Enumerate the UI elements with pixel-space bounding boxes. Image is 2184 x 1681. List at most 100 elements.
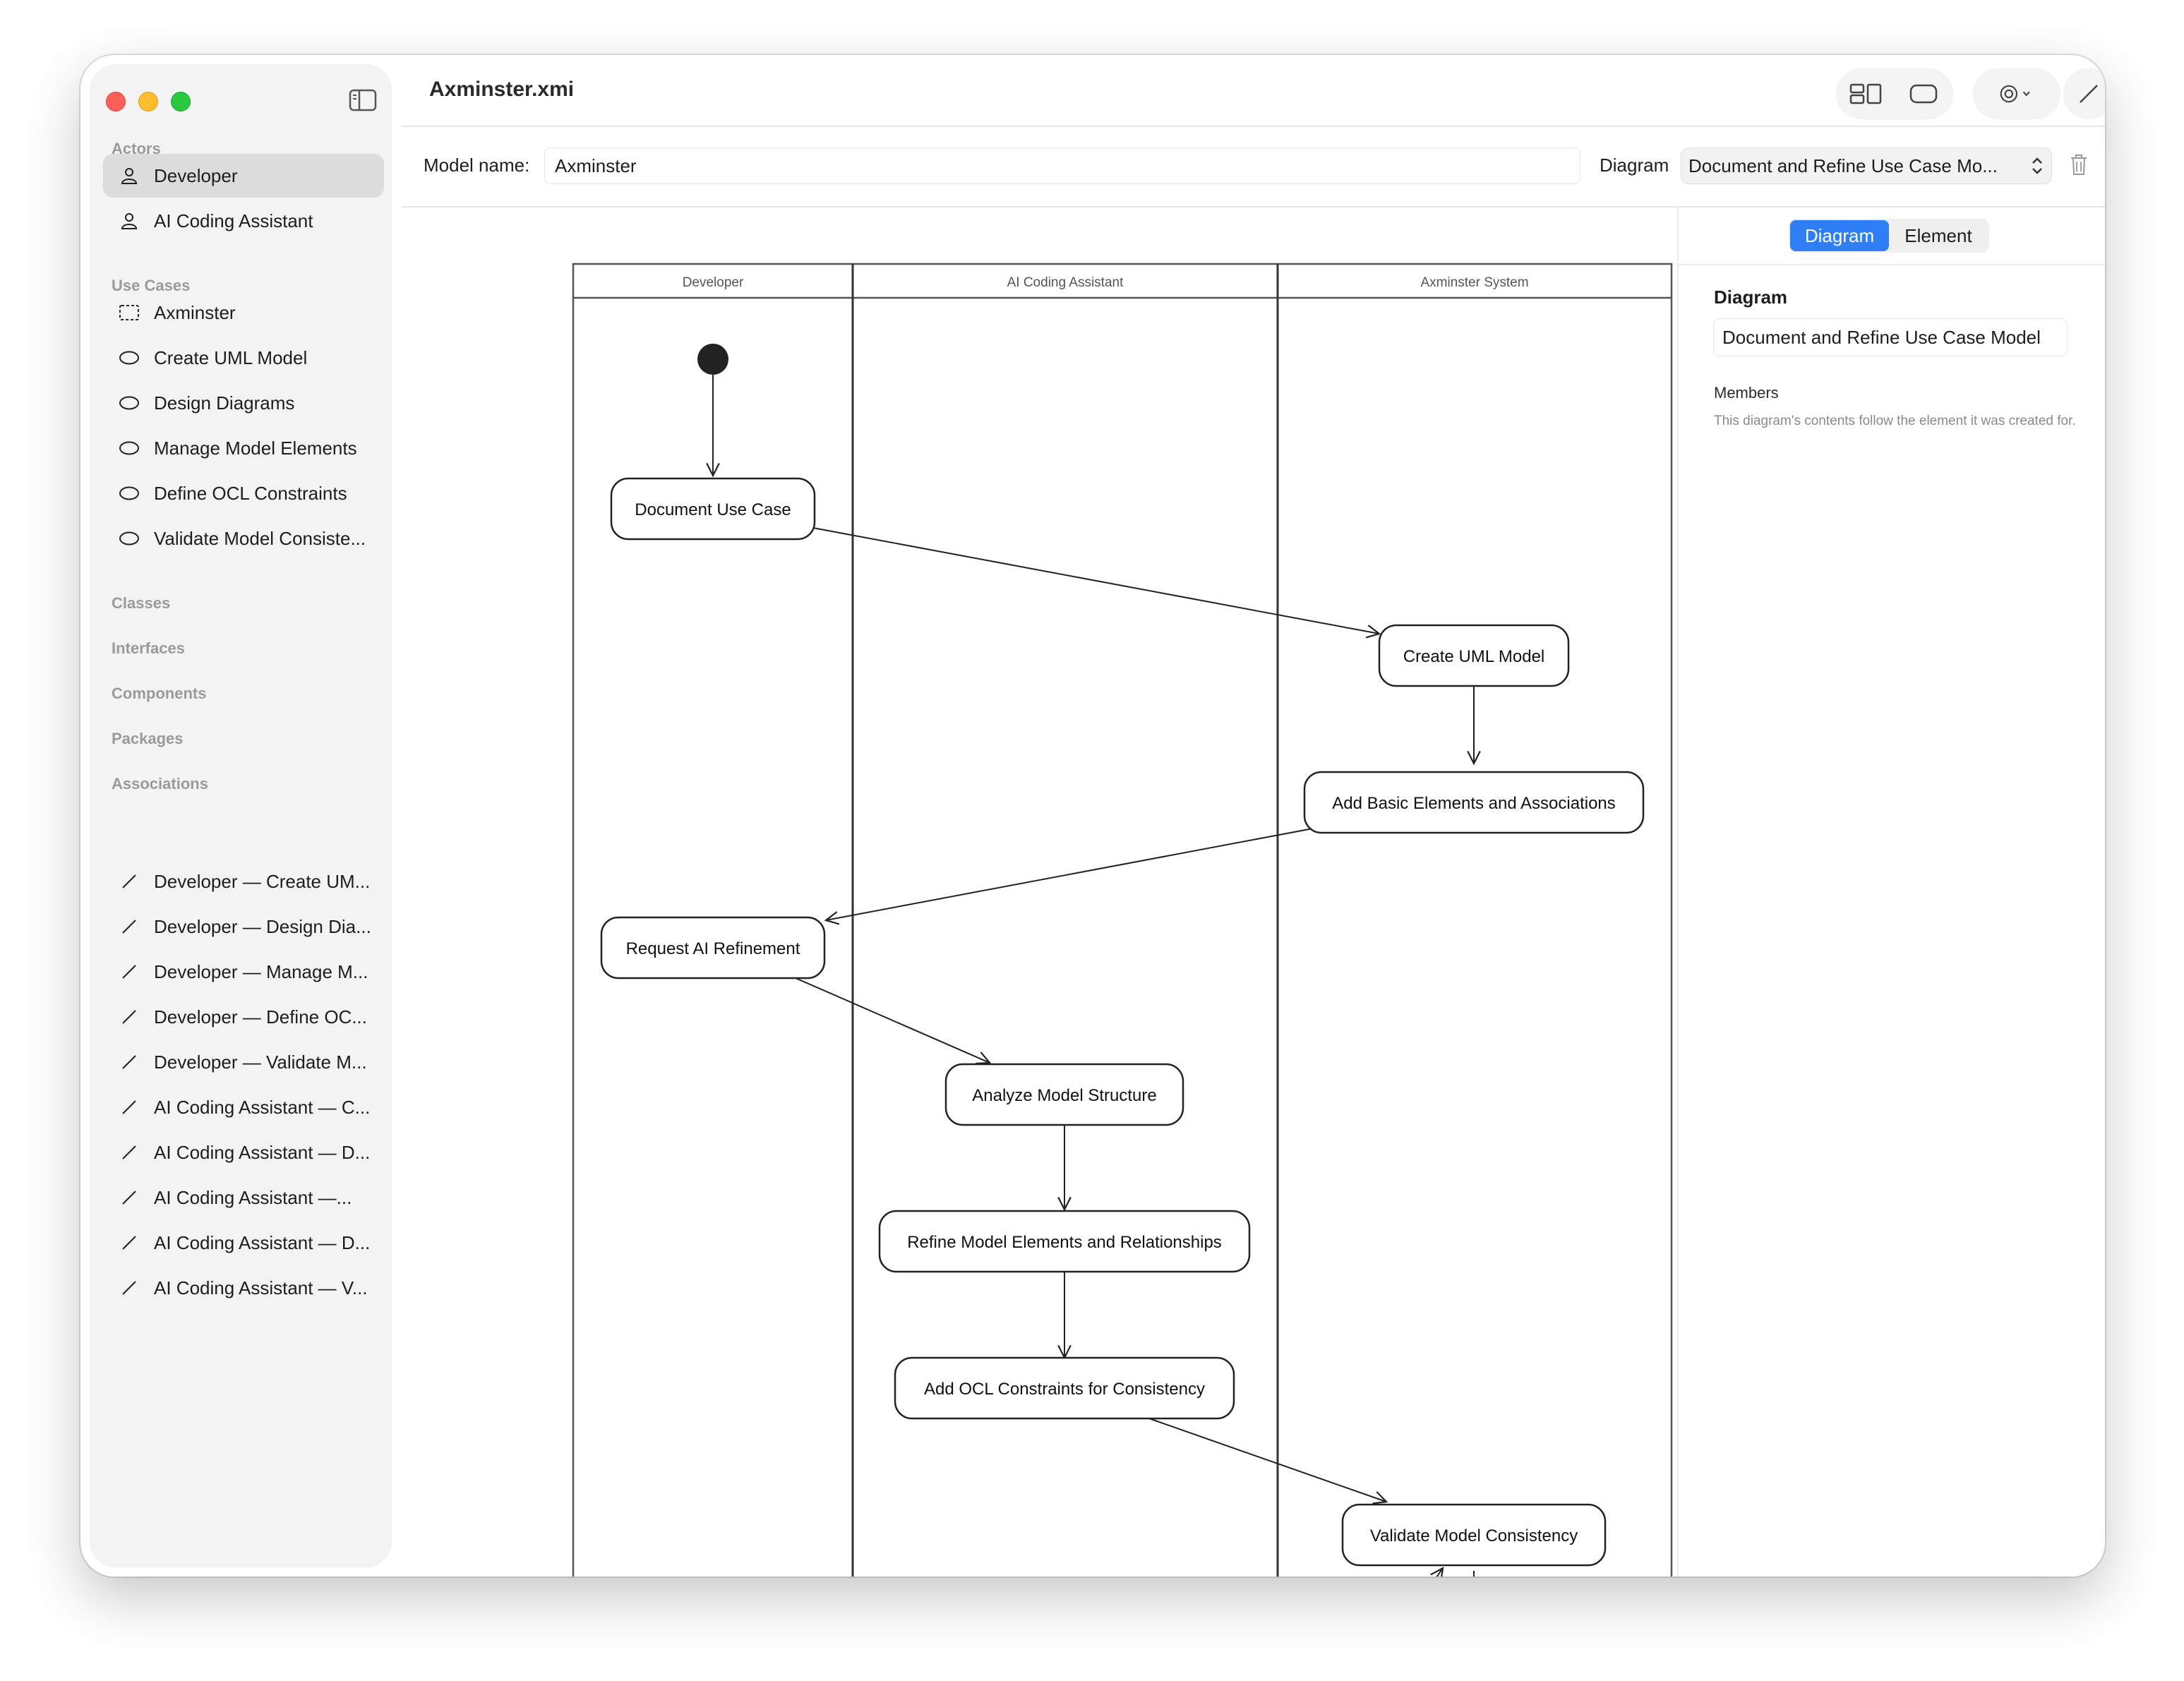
minimize-window-button[interactable] — [138, 92, 158, 112]
association-line-icon — [119, 1232, 140, 1253]
action-label: Add OCL Constraints for Consistency — [924, 1380, 1205, 1399]
diagram-select-value: Document and Refine Use Case Mo... — [1688, 155, 1998, 176]
sidebar-item-manage-model-elements[interactable]: Manage Model Elements — [103, 426, 384, 470]
sidebar-item-label: Developer — [154, 164, 238, 186]
section-associations: Associations — [112, 775, 208, 793]
action-node[interactable]: Request AI Refinement — [600, 916, 826, 980]
sidebar-item-design-diagrams[interactable]: Design Diagrams — [103, 381, 384, 425]
trash-icon[interactable] — [2070, 154, 2088, 180]
flow-edge[interactable] — [826, 828, 1314, 920]
sidebar-item-label: AI Coding Assistant — [154, 210, 313, 231]
action-label: Analyze Model Structure — [972, 1086, 1156, 1105]
sidebar-item-label: Design Diagrams — [154, 392, 295, 414]
diagram-canvas[interactable]: Developer AI Coding Assistant Axminster … — [401, 207, 1677, 1577]
use-case-icon — [119, 347, 140, 368]
sidebar-item-ai-coding-assistant[interactable]: AI Coding Assistant — [103, 199, 384, 243]
sidebar-item-association[interactable]: AI Coding Assistant —... — [103, 1176, 384, 1219]
sidebar-item-define-ocl-constraints[interactable]: Define OCL Constraints — [103, 471, 384, 515]
sidebar-item-label: Manage Model Elements — [154, 437, 357, 459]
lane-title-axminster-system: Axminster System — [1420, 275, 1528, 290]
association-line-icon — [119, 1277, 140, 1299]
flow-edge[interactable] — [812, 527, 1379, 634]
settings-menu-button[interactable] — [1974, 69, 2060, 119]
action-label: Document Use Case — [635, 500, 791, 519]
section-classes[interactable]: Classes — [112, 594, 170, 613]
sidebar-item-association[interactable]: Developer — Design Dia... — [103, 905, 384, 948]
sidebar-toggle-icon[interactable] — [349, 89, 377, 112]
use-case-icon — [119, 483, 140, 504]
flow-edge[interactable] — [1148, 1418, 1386, 1502]
association-line-icon — [119, 1142, 140, 1163]
sidebar-item-association[interactable]: Developer — Validate M... — [103, 1040, 384, 1084]
flow-edge[interactable] — [1417, 1568, 1443, 1577]
action-label: Create UML Model — [1403, 647, 1545, 666]
sidebar-item-label: AI Coding Assistant —... — [154, 1186, 352, 1208]
sidebar-item-association[interactable]: AI Coding Assistant — V... — [103, 1266, 384, 1310]
inspector-heading: Diagram — [1714, 287, 1788, 308]
sidebar-item-developer[interactable]: Developer — [103, 154, 384, 198]
model-name-label: Model name: — [424, 155, 530, 176]
section-packages[interactable]: Packages — [112, 730, 184, 748]
flow-edge[interactable] — [788, 975, 990, 1063]
action-node[interactable]: Create UML Model — [1378, 624, 1570, 687]
titlebar-divider — [401, 126, 2105, 127]
sidebar-item-label: AI Coding Assistant — C... — [154, 1096, 371, 1118]
association-line-icon — [119, 1052, 140, 1073]
sidebar-item-axminster[interactable]: Axminster — [103, 291, 384, 335]
diagram-name-field[interactable]: Document and Refine Use Case Model — [1714, 319, 2067, 356]
target-icon — [1996, 76, 2038, 112]
window-title: Axminster.xmi — [429, 78, 575, 101]
sidebar-item-association[interactable]: Developer — Define OC... — [103, 995, 384, 1039]
association-line-icon — [119, 871, 140, 892]
members-note: This diagram's contents follow the eleme… — [1714, 414, 2076, 428]
sidebar-item-validate-model-consistency[interactable]: Validate Model Consiste... — [103, 517, 384, 560]
sidebar-item-association[interactable]: AI Coding Assistant — D... — [103, 1131, 384, 1174]
action-label: Request AI Refinement — [626, 939, 800, 958]
action-node[interactable]: Validate Model Consistency — [1341, 1503, 1607, 1567]
sidebar-item-label: AI Coding Assistant — V... — [154, 1277, 368, 1299]
inspector-tabs: Diagram Element — [1789, 219, 1989, 253]
sidebar-item-label: Developer — Validate M... — [154, 1051, 367, 1073]
activity-diagram: Developer AI Coding Assistant Axminster … — [572, 263, 1673, 1577]
section-components[interactable]: Components — [112, 685, 206, 703]
use-case-icon — [119, 528, 140, 549]
action-node[interactable]: Refine Model Elements and Relationships — [878, 1210, 1251, 1273]
action-node[interactable]: Analyze Model Structure — [944, 1063, 1184, 1126]
sidebar-item-label: Developer — Manage M... — [154, 960, 368, 982]
tab-element[interactable]: Element — [1889, 220, 1988, 251]
action-node[interactable]: Add OCL Constraints for Consistency — [894, 1356, 1235, 1420]
sidebar-item-label: Axminster — [154, 301, 236, 323]
sidebar-item-association[interactable]: Developer — Create UM... — [103, 860, 384, 903]
association-line-icon — [119, 1006, 140, 1028]
association-line-icon — [119, 1187, 140, 1208]
zoom-window-button[interactable] — [171, 92, 191, 112]
inspector-panel: Diagram Element Diagram Document and Ref… — [1677, 207, 2105, 1577]
action-node[interactable]: Document Use Case — [610, 477, 816, 541]
sidebar-item-association[interactable]: AI Coding Assistant — D... — [103, 1221, 384, 1265]
association-line-icon — [119, 916, 140, 937]
person-icon — [119, 210, 140, 231]
action-label: Validate Model Consistency — [1370, 1526, 1578, 1546]
sidebar-item-label: Developer — Design Dia... — [154, 915, 371, 937]
initial-node[interactable] — [697, 344, 728, 375]
association-line-icon — [119, 1097, 140, 1118]
sidebar-item-association[interactable]: AI Coding Assistant — C... — [103, 1085, 384, 1129]
sidebar-item-label: Developer — Define OC... — [154, 1006, 368, 1028]
pencil-button[interactable] — [2064, 69, 2105, 119]
model-name-input[interactable]: Axminster — [545, 148, 1580, 183]
action-node[interactable]: Add Basic Elements and Associations — [1303, 771, 1645, 834]
tab-diagram[interactable]: Diagram — [1790, 220, 1889, 251]
section-interfaces[interactable]: Interfaces — [112, 639, 185, 658]
sidebar-item-association[interactable]: Developer — Manage M... — [103, 950, 384, 994]
sidebar-item-label: Create UML Model — [154, 347, 308, 368]
close-window-button[interactable] — [106, 92, 126, 112]
diagram-select[interactable]: Document and Refine Use Case Mo... — [1681, 148, 2051, 183]
association-line-icon — [119, 961, 140, 982]
sidebar-item-label: Validate Model Consiste... — [154, 527, 366, 549]
lane-title-developer: Developer — [683, 275, 744, 290]
sidebar-item-label: Define OCL Constraints — [154, 482, 347, 504]
inspector-divider — [1679, 264, 2105, 265]
layout-icon[interactable] — [1844, 76, 1887, 112]
sidebar-item-create-uml-model[interactable]: Create UML Model — [103, 336, 384, 380]
canvas-frame-icon[interactable] — [1902, 76, 1945, 112]
